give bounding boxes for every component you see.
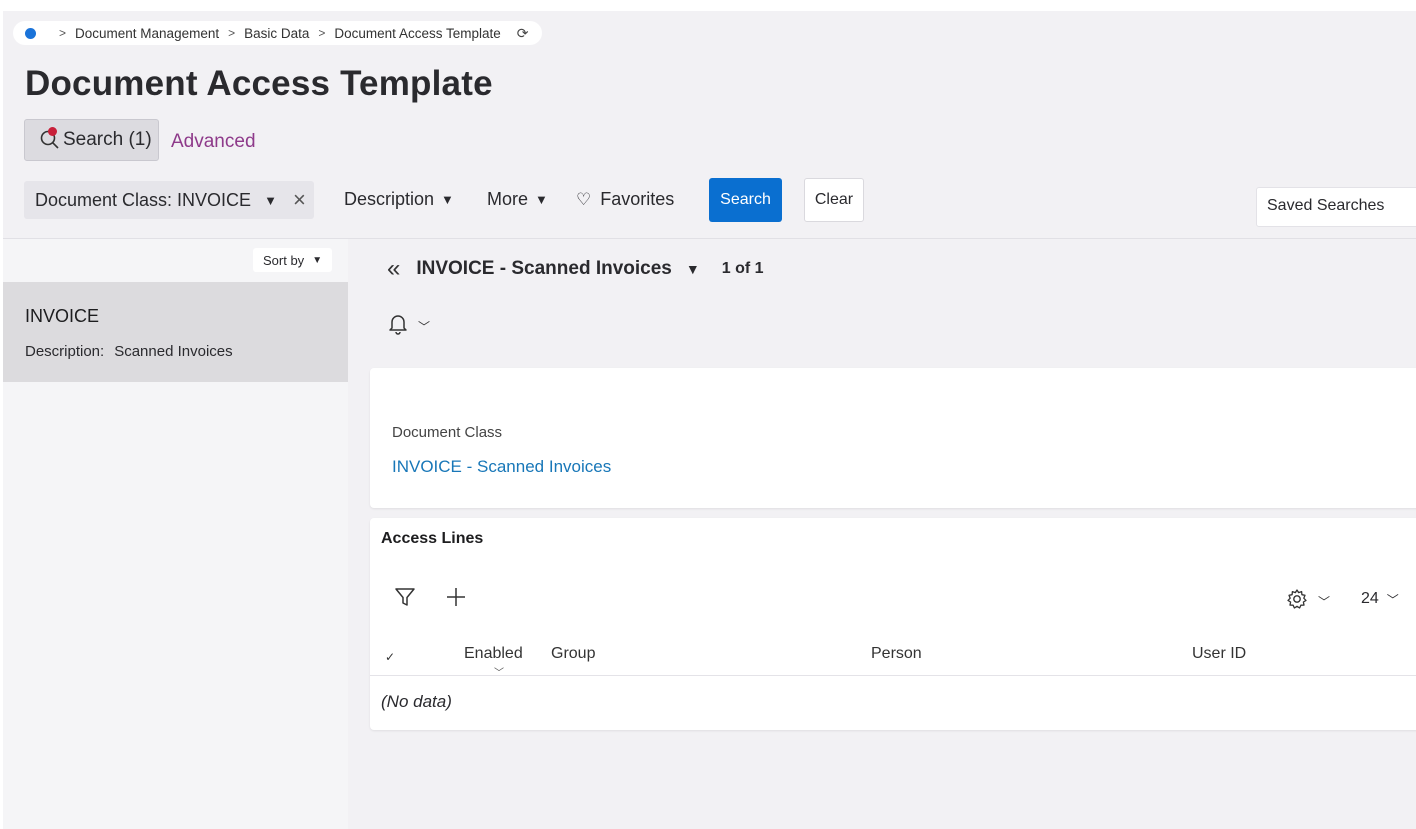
chevron-down-icon: ﹀ (1386, 592, 1399, 607)
empty-state-text: (No data) (381, 692, 452, 711)
description-filter-button[interactable]: Description ▼ (344, 189, 454, 210)
saved-searches-dropdown[interactable]: Saved Searches (1256, 187, 1416, 227)
chevron-right-icon: > (228, 26, 236, 40)
chevron-right-icon: > (59, 26, 67, 40)
column-header-person[interactable]: Person (871, 645, 922, 663)
record-count: 1 of 1 (721, 260, 764, 277)
favorites-button[interactable]: ♡ Favorites (576, 189, 674, 210)
notification-button[interactable]: ﹀ (388, 313, 430, 340)
page-title: Document Access Template (25, 64, 493, 103)
page-size-value: 24 (1361, 590, 1379, 607)
column-header-group[interactable]: Group (551, 645, 595, 663)
search-tab-label: Search (1) (63, 129, 152, 150)
add-icon[interactable] (445, 586, 467, 613)
search-tab[interactable]: Search (1) (24, 119, 159, 161)
settings-button[interactable]: ﹀ (1286, 588, 1330, 615)
search-button[interactable]: Search (709, 178, 782, 222)
list-item-description: Description: Scanned Invoices (25, 343, 233, 360)
table-header: ✓ Enabled ﹀ Group Person User ID (370, 638, 1416, 679)
filter-chip-label: Document Class: INVOICE (35, 189, 252, 210)
caret-down-icon: ▼ (441, 192, 454, 207)
collapse-panel-icon[interactable]: « (387, 257, 400, 281)
page-size-dropdown[interactable]: 24 ﹀ (1361, 590, 1399, 608)
caret-down-icon: ▼ (535, 192, 548, 207)
sort-chevron-down-icon: ﹀ (494, 668, 504, 679)
list-item-desc-value: Scanned Invoices (114, 343, 233, 360)
search-icon (39, 127, 61, 151)
more-filter-label: More (487, 189, 529, 209)
detail-card: Document Class INVOICE - Scanned Invoice… (370, 368, 1416, 508)
heart-icon: ♡ (576, 189, 592, 209)
select-all-checkmark-icon[interactable]: ✓ (385, 650, 395, 664)
close-icon[interactable]: × (293, 189, 306, 211)
caret-down-icon[interactable]: ▼ (264, 193, 277, 208)
breadcrumb-item-current: Document Access Template (334, 25, 501, 41)
sort-by-label: Sort by (263, 252, 305, 268)
record-navigator: « INVOICE - Scanned Invoices ▼ 1 of 1 (387, 257, 764, 281)
refresh-icon[interactable]: ⟳ (517, 25, 529, 42)
search-active-badge (48, 127, 57, 136)
list-item[interactable]: INVOICE Description: Scanned Invoices (3, 282, 348, 382)
list-item-desc-key: Description: (25, 343, 105, 360)
caret-down-icon[interactable]: ▼ (686, 261, 700, 277)
app-window: > Document Management > Basic Data > Doc… (3, 11, 1416, 829)
record-list-pane: Sort by ▼ INVOICE Description: Scanned In… (3, 239, 348, 829)
record-title: INVOICE - Scanned Invoices (416, 258, 672, 279)
sort-by-button[interactable]: Sort by ▼ (253, 248, 333, 272)
description-filter-label: Description (344, 189, 435, 209)
caret-down-icon: ▼ (312, 254, 323, 266)
breadcrumb: > Document Management > Basic Data > Doc… (13, 21, 543, 45)
list-item-name: INVOICE (25, 306, 100, 326)
chevron-down-icon: ﹀ (1318, 595, 1331, 609)
more-filter-button[interactable]: More ▼ (487, 189, 548, 210)
access-lines-card: Access Lines ﹀ 24 ﹀ ✓ Enabled ﹀ Group Pe… (370, 518, 1416, 730)
access-lines-title: Access Lines (381, 530, 484, 547)
home-dot-icon[interactable] (25, 27, 36, 39)
document-class-label: Document Class (392, 424, 503, 441)
document-class-link[interactable]: INVOICE - Scanned Invoices (392, 457, 611, 477)
column-header-user-id[interactable]: User ID (1192, 645, 1246, 663)
chevron-down-icon: ﹀ (418, 320, 431, 334)
favorites-label: Favorites (600, 189, 675, 209)
chevron-right-icon: > (318, 26, 326, 40)
breadcrumb-item-document-management[interactable]: Document Management (75, 26, 219, 41)
column-header-enabled[interactable]: Enabled (464, 645, 523, 663)
bell-icon (388, 313, 408, 340)
filter-icon[interactable] (394, 586, 416, 613)
breadcrumb-item-basic-data[interactable]: Basic Data (244, 26, 309, 41)
filter-chip-document-class[interactable]: Document Class: INVOICE ▼ × (24, 181, 314, 219)
clear-button[interactable]: Clear (804, 178, 864, 222)
gear-icon (1286, 588, 1308, 615)
advanced-link[interactable]: Advanced (171, 131, 256, 153)
